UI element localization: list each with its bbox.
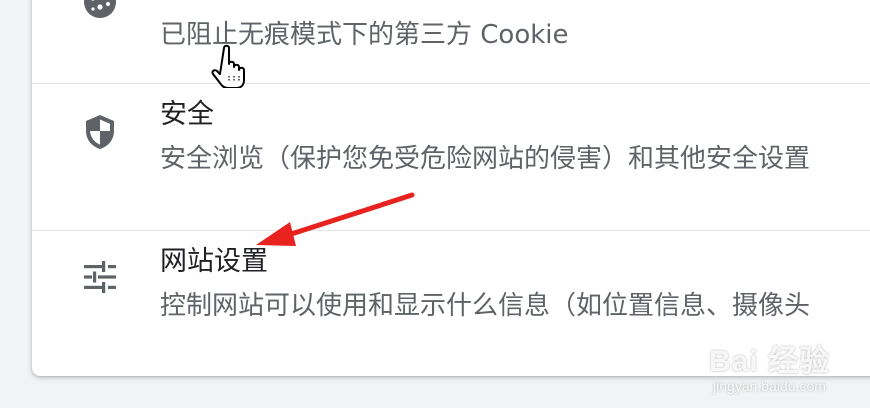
settings-item-title: 安全: [160, 99, 214, 130]
settings-item-cookies[interactable]: 已阻止无痕模式下的第三方 Cookie: [32, 0, 870, 84]
watermark-main-text: Bai 经验: [708, 345, 830, 378]
tune-icon: [84, 261, 116, 293]
settings-item-description: 安全浏览（保护您免受危险网站的侵害）和其他安全设置: [160, 144, 811, 174]
settings-item-description: 控制网站可以使用和显示什么信息（如位置信息、摄像头: [160, 291, 811, 321]
baidu-jingyan-watermark: Bai 经验 jingyan.baidu.com: [709, 336, 830, 394]
watermark-sub-text: jingyan.baidu.com: [713, 378, 826, 394]
screenshot-stage: 已阻止无痕模式下的第三方 Cookie 安全 安全浏览（保护您免受危险网站的侵害…: [0, 0, 870, 408]
hand-pointer-icon: [211, 44, 245, 88]
settings-item-security[interactable]: 安全 安全浏览（保护您免受危险网站的侵害）和其他安全设置: [32, 84, 870, 231]
cookie-icon: [84, 0, 116, 18]
settings-card: 已阻止无痕模式下的第三方 Cookie 安全 安全浏览（保护您免受危险网站的侵害…: [32, 0, 870, 376]
shield-icon: [86, 115, 114, 149]
settings-item-title: 网站设置: [160, 246, 268, 277]
